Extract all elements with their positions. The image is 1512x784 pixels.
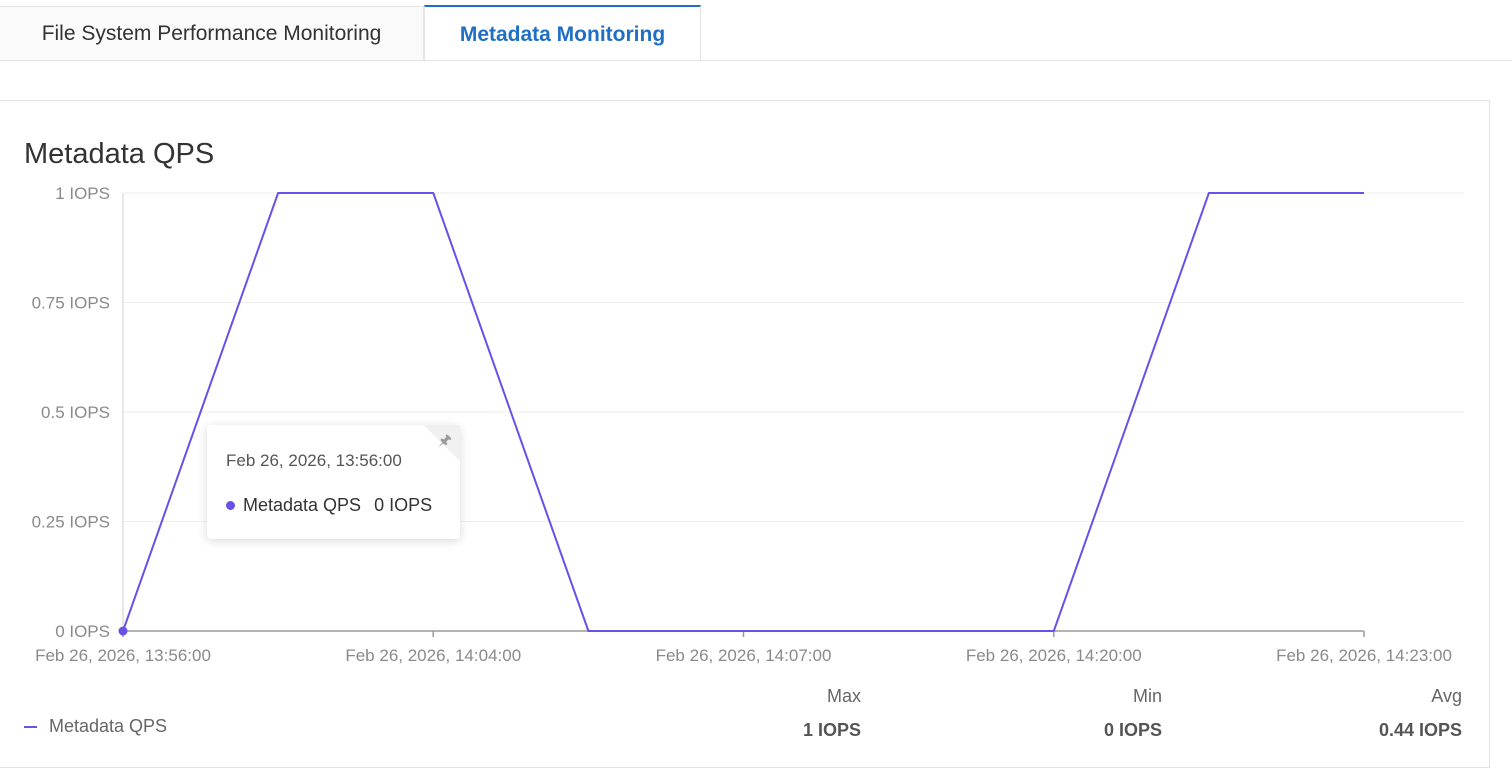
stat-avg-value: 0.44 IOPS <box>1378 720 1462 740</box>
chart-legend[interactable]: Metadata QPS <box>24 716 167 737</box>
hover-point <box>118 626 128 636</box>
chart-tooltip: 🖈 Feb 26, 2026, 13:56:00 Metadata QPS 0 … <box>207 425 460 539</box>
tooltip-series-name: Metadata QPS <box>243 495 362 515</box>
x-tick-label: Feb 26, 2026, 13:56:00 <box>35 646 211 665</box>
tooltip-series-value: 0 IOPS <box>374 495 433 515</box>
tooltip-series-dot <box>226 501 235 510</box>
x-tick-label: Feb 26, 2026, 14:07:00 <box>656 646 832 665</box>
x-tick-label: Feb 26, 2026, 14:23:00 <box>1276 646 1452 665</box>
legend-swatch <box>24 725 37 728</box>
stat-min: Min 0 IOPS <box>962 686 1162 741</box>
stat-max: Max 1 IOPS <box>661 686 861 741</box>
stat-max-label: Max <box>826 686 861 706</box>
metadata-qps-chart[interactable]: 1 IOPS 0.75 IOPS 0.5 IOPS 0.25 IOPS 0 IOPS Fe… <box>0 0 1512 784</box>
stat-min-label: Min <box>1132 686 1162 706</box>
pin-icon[interactable]: 🖈 <box>438 430 452 455</box>
y-tick-label: 0.25 IOPS <box>32 513 110 532</box>
stat-avg-label: Avg <box>1431 686 1462 706</box>
stat-avg: Avg 0.44 IOPS <box>1262 686 1462 741</box>
legend-label: Metadata QPS <box>49 716 168 736</box>
stat-min-value: 0 IOPS <box>1103 720 1162 740</box>
tooltip-row: Metadata QPS 0 IOPS <box>226 495 432 516</box>
y-tick-label: 0.75 IOPS <box>32 294 110 313</box>
x-tick-label: Feb 26, 2026, 14:04:00 <box>345 646 521 665</box>
y-tick-label: 1 IOPS <box>55 184 110 203</box>
stat-max-value: 1 IOPS <box>802 720 861 740</box>
x-tick-label: Feb 26, 2026, 14:20:00 <box>966 646 1142 665</box>
tooltip-time: Feb 26, 2026, 13:56:00 <box>226 451 402 470</box>
y-tick-label: 0.5 IOPS <box>41 403 110 422</box>
y-tick-label: 0 IOPS <box>55 622 110 641</box>
